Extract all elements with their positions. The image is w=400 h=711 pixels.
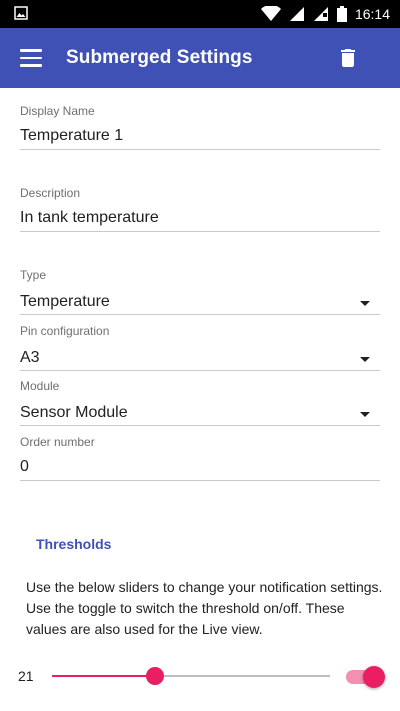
module-label: Module xyxy=(20,379,60,393)
status-time: 16:14 xyxy=(354,6,390,22)
description-label: Description xyxy=(20,186,81,200)
divider xyxy=(20,425,380,426)
divider xyxy=(20,480,380,481)
slider-fill xyxy=(52,675,155,677)
type-label: Type xyxy=(20,268,47,282)
display-name-field[interactable]: Display Name Temperature 1 xyxy=(20,104,380,152)
signal-no-data-icon xyxy=(313,7,328,21)
slider-thumb[interactable] xyxy=(145,667,164,685)
pin-configuration-selected-value[interactable]: A3 xyxy=(20,348,380,368)
wifi-icon xyxy=(260,6,281,21)
order-number-input[interactable]: 0 xyxy=(20,457,380,477)
pin-configuration-label: Pin configuration xyxy=(20,324,110,338)
threshold-slider[interactable] xyxy=(52,667,330,685)
page-title: Submerged Settings xyxy=(66,47,253,68)
module-select[interactable]: Module Sensor Module xyxy=(20,379,380,427)
pin-configuration-select[interactable]: Pin configuration A3 xyxy=(20,324,380,372)
threshold-toggle[interactable] xyxy=(346,666,386,688)
hamburger-menu-icon[interactable] xyxy=(20,48,42,68)
app-bar: Submerged Settings xyxy=(0,28,400,88)
toggle-thumb[interactable] xyxy=(363,666,385,688)
order-number-label: Order number xyxy=(20,435,95,449)
description-input[interactable]: In tank temperature xyxy=(20,208,380,228)
divider xyxy=(20,231,380,232)
threshold-value: 21 xyxy=(18,668,34,684)
type-select[interactable]: Type Temperature xyxy=(20,268,380,316)
thresholds-heading: Thresholds xyxy=(36,536,112,552)
dropdown-arrow-icon[interactable] xyxy=(360,357,370,362)
image-notification-icon xyxy=(14,6,28,20)
status-bar: 16:14 xyxy=(0,0,400,28)
display-name-label: Display Name xyxy=(20,104,95,118)
display-name-input[interactable]: Temperature 1 xyxy=(20,126,380,146)
trash-icon[interactable] xyxy=(336,46,360,70)
description-field[interactable]: Description In tank temperature xyxy=(20,186,380,234)
dropdown-arrow-icon[interactable] xyxy=(360,412,370,417)
divider xyxy=(20,314,380,315)
dropdown-arrow-icon[interactable] xyxy=(360,301,370,306)
module-selected-value[interactable]: Sensor Module xyxy=(20,403,380,423)
type-selected-value[interactable]: Temperature xyxy=(20,292,380,312)
signal-icon xyxy=(289,7,304,21)
thresholds-help-text: Use the below sliders to change your not… xyxy=(26,579,383,637)
order-number-field[interactable]: Order number 0 xyxy=(20,435,380,483)
divider xyxy=(20,149,380,150)
battery-icon xyxy=(336,6,347,22)
divider xyxy=(20,370,380,371)
